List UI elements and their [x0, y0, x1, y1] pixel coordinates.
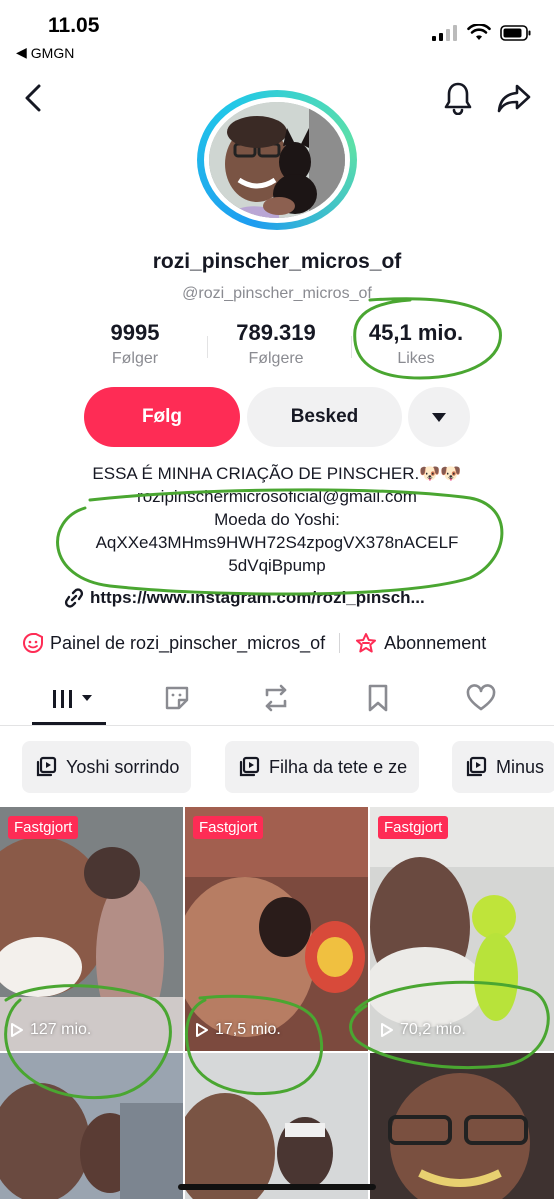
profile-bio: ESSA É MINHA CRIAÇÃO DE PINSCHER.🐶🐶 rozi… — [0, 462, 554, 577]
back-app-label: GMGN — [30, 44, 75, 61]
video-thumbnail-image — [370, 807, 554, 1051]
profile-tabs — [0, 670, 554, 726]
back-to-app-link[interactable]: ◀ GMGN — [16, 44, 74, 61]
video-thumbnail[interactable]: Fastgjort 17,5 mio. — [185, 807, 368, 1051]
stat-following-value: 9995 — [110, 320, 160, 345]
video-thumbnail-image — [370, 1053, 554, 1199]
stat-following-label: Følger — [111, 350, 159, 367]
subscription-star-icon — [356, 633, 377, 653]
pinned-badge: Fastgjort — [8, 816, 79, 839]
bio-line: AqXXe43MHms9HWH72S4zpogVX378nACELF — [95, 533, 459, 552]
heart-icon — [466, 684, 496, 711]
profile-handle: @rozi_pinscher_micros_of — [182, 285, 372, 302]
stat-followers-label: Følgere — [248, 350, 304, 367]
video-thumbnail[interactable]: Fastgjort 70,2 mio. — [370, 807, 554, 1051]
bio-line: ESSA É MINHA CRIAÇÃO DE PINSCHER.🐶🐶 — [92, 464, 462, 483]
playlist-chip[interactable]: Filha da tete e ze — [225, 741, 420, 793]
video-thumbnail-image — [185, 1053, 368, 1199]
tab-favorites[interactable] — [160, 682, 194, 714]
videos-grid-icon — [53, 690, 92, 708]
share-arrow-icon — [497, 84, 531, 113]
profile-username: rozi_pinscher_micros_of — [152, 250, 402, 273]
stat-followers[interactable]: 789.319 Følgere — [201, 320, 351, 368]
stat-likes-label: Likes — [397, 350, 435, 367]
follow-button[interactable]: Følg — [84, 387, 240, 447]
view-count: 70,2 mio. — [380, 1021, 466, 1039]
video-thumbnail-image — [0, 1053, 183, 1199]
view-count: 17,5 mio. — [195, 1021, 281, 1039]
suggested-accounts-button[interactable] — [408, 387, 470, 447]
play-icon — [196, 1023, 208, 1037]
stat-likes-value: 45,1 mio. — [368, 320, 464, 345]
video-thumbnail-image — [0, 807, 183, 1051]
battery-icon — [500, 24, 531, 41]
stat-following[interactable]: 9995 Følger — [60, 320, 210, 368]
playlist-chip-label: Filha da tete e ze — [269, 756, 408, 777]
play-icon — [381, 1023, 393, 1037]
playlist-icon — [36, 756, 57, 777]
sticker-icon — [165, 686, 189, 710]
back-triangle-icon: ◀ — [16, 44, 27, 60]
playlist-chip-label: Minus — [496, 756, 545, 777]
video-grid: Fastgjort 127 mio. Fastgjort 17,5 mio. F… — [0, 807, 554, 1199]
home-indicator — [178, 1184, 376, 1190]
subscription-label: Abonnement — [384, 632, 487, 653]
bookmark-icon — [368, 684, 388, 712]
view-count-label: 127 mio. — [30, 1021, 92, 1038]
creator-tools-row: Painel de rozi_pinscher_micros_of Abonne… — [22, 630, 542, 656]
pinned-badge: Fastgjort — [378, 816, 449, 839]
notifications-button[interactable] — [440, 80, 476, 116]
video-thumbnail-image — [185, 807, 368, 1051]
status-bar: 11.05 ◀ GMGN — [0, 0, 554, 70]
video-thumbnail[interactable] — [0, 1053, 183, 1199]
clock: 11.05 — [48, 14, 100, 37]
panel-smile-icon — [23, 633, 43, 653]
tab-videos[interactable] — [44, 682, 98, 714]
bio-line: Moeda do Yoshi: — [214, 510, 340, 529]
link-icon — [64, 588, 84, 608]
share-button[interactable] — [494, 80, 534, 116]
profile-stats: 9995 Følger 789.319 Følgere 45,1 mio. Li… — [60, 320, 500, 376]
view-count-label: 70,2 mio. — [400, 1021, 466, 1038]
back-button[interactable] — [18, 82, 48, 114]
pinned-badge: Fastgjort — [193, 816, 264, 839]
creator-panel-label: Painel de rozi_pinscher_micros_of — [50, 632, 326, 653]
stat-likes[interactable]: 45,1 mio. Likes — [341, 320, 491, 368]
signal-icon — [432, 24, 457, 41]
creator-panel-link[interactable]: Painel de rozi_pinscher_micros_of — [22, 632, 325, 654]
play-icon — [11, 1023, 23, 1037]
tab-saved[interactable] — [363, 682, 393, 714]
profile-link-text: https://www.instagram.com/rozi_pinsch... — [90, 588, 425, 607]
tab-liked[interactable] — [463, 682, 499, 714]
status-icons — [432, 24, 532, 41]
caret-down-icon — [432, 412, 446, 422]
video-thumbnail[interactable] — [370, 1053, 554, 1199]
view-count-label: 17,5 mio. — [215, 1021, 281, 1038]
playlist-row: Yoshi sorrindo Filha da tete e ze Minus — [0, 741, 554, 795]
playlist-icon — [239, 756, 260, 777]
video-thumbnail[interactable] — [185, 1053, 368, 1199]
profile-link[interactable]: https://www.instagram.com/rozi_pinsch... — [64, 588, 425, 608]
wifi-icon — [467, 24, 491, 40]
video-thumbnail[interactable]: Fastgjort 127 mio. — [0, 807, 183, 1051]
repost-icon — [265, 684, 287, 712]
tab-reposts[interactable] — [258, 682, 294, 714]
bell-icon — [444, 82, 472, 115]
view-count: 127 mio. — [10, 1021, 91, 1039]
profile-avatar[interactable] — [197, 90, 357, 230]
bio-email: rozipinschermicrosoficial@gmail.com — [137, 487, 417, 506]
playlist-icon — [466, 756, 487, 777]
playlist-chip[interactable]: Minus — [452, 741, 554, 793]
playlist-chip[interactable]: Yoshi sorrindo — [22, 741, 192, 793]
chevron-left-icon — [25, 84, 41, 112]
active-tab-indicator — [32, 722, 106, 725]
stat-followers-value: 789.319 — [236, 320, 316, 345]
bio-line: 5dVqiBpump — [228, 556, 326, 575]
message-button[interactable]: Besked — [247, 387, 402, 447]
avatar-photo — [209, 102, 345, 218]
subscription-link[interactable]: Abonnement — [354, 632, 486, 654]
playlist-chip-label: Yoshi sorrindo — [66, 756, 180, 777]
row-divider — [339, 633, 341, 653]
